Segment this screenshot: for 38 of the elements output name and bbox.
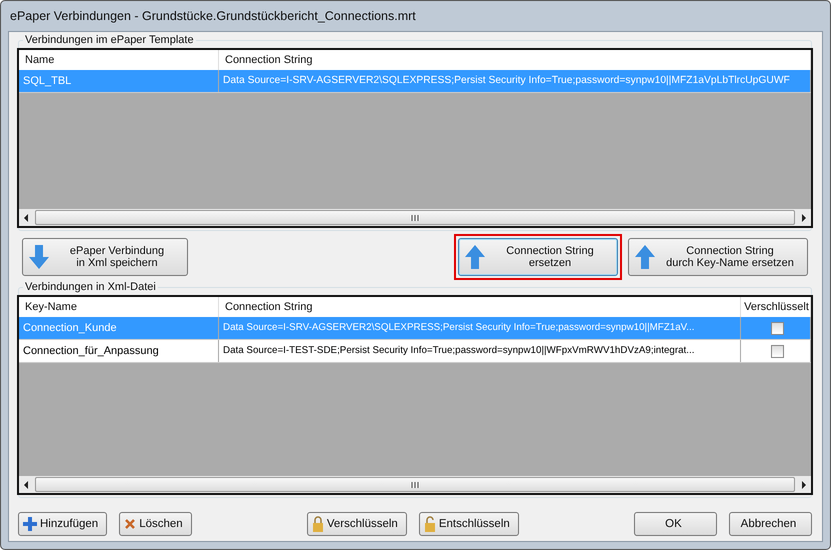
table-cell: Data Source=I-TEST-SDE;Persist Security Info=True;password=synpw10||WFpxVmRWV1hDVzA9;integrat... bbox=[219, 340, 741, 362]
action-button[interactable]: ePaper Verbindung in Xml speichern bbox=[22, 238, 188, 276]
plus-icon bbox=[23, 517, 37, 531]
dialog-button[interactable]: OK bbox=[634, 512, 717, 536]
scroll-left-icon[interactable] bbox=[23, 480, 29, 488]
delete-icon bbox=[124, 518, 136, 530]
action-button[interactable]: Connection String ersetzen bbox=[458, 238, 618, 276]
action-button[interactable]: Connection String durch Key-Name ersetzen bbox=[628, 238, 808, 276]
table-cell: SQL_TBL bbox=[19, 70, 219, 92]
group-label: Verbindungen in Xml-Datei bbox=[24, 281, 157, 293]
open-padlock-icon bbox=[424, 516, 436, 532]
dialog-button[interactable]: Löschen bbox=[119, 512, 192, 536]
dialog-button[interactable]: Abbrechen bbox=[728, 512, 812, 536]
table-row[interactable]: Connection_für_Anpassung Data Source=I-TEST-SDE;Persist Security Info=True;password=synpw10||WFpxVmRWV1hDVzA9;integrat... bbox=[19, 340, 811, 363]
dialog-button[interactable]: Hinzufügen bbox=[18, 512, 108, 536]
dialog-button[interactable]: Verschlüsseln bbox=[306, 512, 407, 536]
table-cell: Connection_für_Anpassung bbox=[19, 340, 219, 362]
padlock-icon bbox=[312, 516, 324, 532]
grip-icon bbox=[411, 482, 419, 488]
window-title: ePaper Verbindungen - Grundstücke.Grundstückbericht_Connections.mrt bbox=[9, 8, 417, 25]
scroll-right-icon[interactable] bbox=[801, 480, 807, 488]
checkbox[interactable] bbox=[771, 344, 784, 358]
grip-icon bbox=[411, 214, 419, 220]
arrow-up-icon bbox=[465, 245, 485, 269]
table-cell: Data Source=I-SRV-AGSERVER2\SQLEXPRESS;Persist Security Info=True;password=synpw10||MFZ1aVpLbTlrcUpGUWF bbox=[219, 70, 811, 92]
horizontal-scrollbar[interactable] bbox=[19, 476, 811, 493]
scroll-left-icon[interactable] bbox=[23, 214, 29, 222]
group-label: Verbindungen im ePaper Template bbox=[24, 34, 195, 46]
scrollbar-thumb[interactable] bbox=[35, 477, 795, 492]
scroll-right-icon[interactable] bbox=[801, 214, 807, 222]
table-cell: Data Source=I-SRV-AGSERVER2\SQLEXPRESS;Persist Security Info=True;password=synpw10||MFZ1aV... bbox=[219, 317, 741, 339]
dialog-button[interactable]: Entschlüsseln bbox=[418, 512, 519, 536]
scrollbar-thumb[interactable] bbox=[35, 210, 795, 225]
checkbox[interactable] bbox=[771, 322, 784, 334]
arrow-down-icon bbox=[29, 245, 49, 269]
horizontal-scrollbar[interactable] bbox=[19, 209, 811, 226]
arrow-up-icon bbox=[635, 245, 655, 269]
table-cell: Connection_Kunde bbox=[19, 317, 219, 339]
